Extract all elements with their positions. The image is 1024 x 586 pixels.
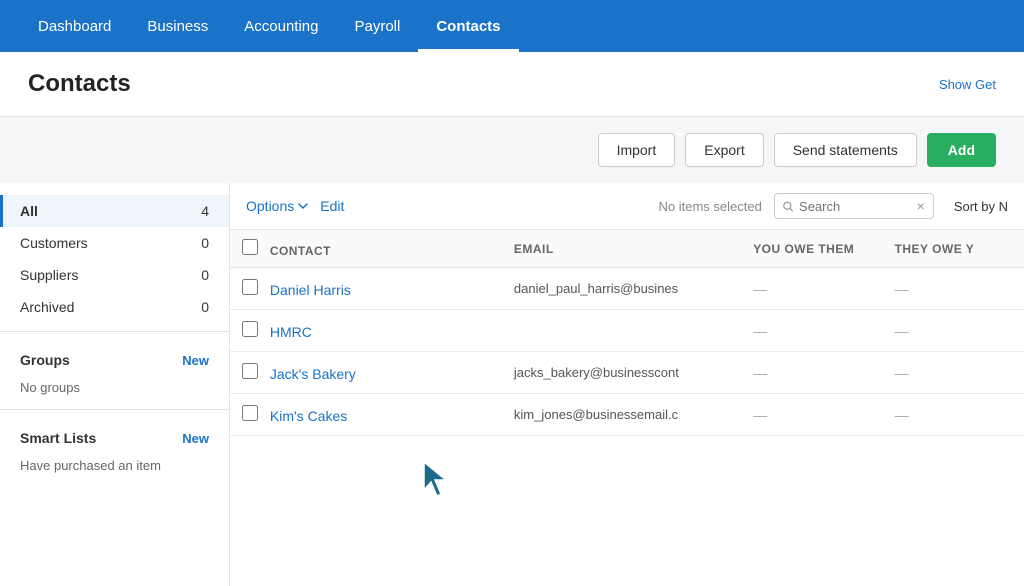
sidebar-suppliers-count: 0: [201, 267, 209, 283]
sidebar-smart-lists-header: Smart Lists New: [0, 418, 229, 452]
nav-payroll[interactable]: Payroll: [336, 0, 418, 52]
add-button[interactable]: Add: [927, 133, 996, 167]
table-row: Daniel Harris daniel_paul_harris@busines…: [230, 268, 1024, 310]
main-layout: All 4 Customers 0 Suppliers 0 Archived 0…: [0, 183, 1024, 586]
sidebar-all-label: All: [20, 203, 38, 219]
td-contact-1: Daniel Harris: [230, 268, 502, 310]
row-checkbox-4[interactable]: [242, 405, 258, 421]
td-youowe-3: —: [741, 352, 882, 394]
options-label: Options: [246, 198, 294, 214]
show-get-link[interactable]: Show Get: [939, 77, 996, 92]
contacts-table: CONTACT EMAIL YOU OWE THEM THEY OWE Y Da…: [230, 230, 1024, 436]
contact-link-4[interactable]: Kim's Cakes: [270, 408, 347, 424]
smart-lists-new-link[interactable]: New: [182, 431, 209, 446]
sidebar-divider-1: [0, 331, 229, 332]
sidebar-groups-header: Groups New: [0, 340, 229, 374]
td-contact-3: Jack's Bakery: [230, 352, 502, 394]
send-statements-button[interactable]: Send statements: [774, 133, 917, 167]
table-row: HMRC — —: [230, 310, 1024, 352]
sidebar-archived-label: Archived: [20, 299, 74, 315]
td-email-4: kim_jones@businessemail.c: [502, 394, 741, 436]
sidebar-item-archived[interactable]: Archived 0: [0, 291, 229, 323]
contact-link-3[interactable]: Jack's Bakery: [270, 366, 356, 382]
sidebar-customers-label: Customers: [20, 235, 88, 251]
page-title: Contacts: [28, 70, 131, 98]
table-row: Kim's Cakes kim_jones@businessemail.c — …: [230, 394, 1024, 436]
sidebar-item-all[interactable]: All 4: [0, 195, 229, 227]
edit-button[interactable]: Edit: [320, 198, 344, 214]
chevron-down-icon: [298, 201, 308, 211]
sidebar-purchased: Have purchased an item: [0, 452, 229, 479]
td-email-3: jacks_bakery@businesscont: [502, 352, 741, 394]
groups-label: Groups: [20, 352, 70, 368]
contact-link-2[interactable]: HMRC: [270, 324, 312, 340]
search-box: ×: [774, 193, 934, 219]
sidebar-item-customers[interactable]: Customers 0: [0, 227, 229, 259]
sidebar-archived-count: 0: [201, 299, 209, 315]
td-youowe-1: —: [741, 268, 882, 310]
td-email-1: daniel_paul_harris@busines: [502, 268, 741, 310]
page-header: Contacts Show Get: [0, 52, 1024, 117]
td-contact-2: HMRC: [230, 310, 502, 352]
row-checkbox-1[interactable]: [242, 279, 258, 295]
th-email: EMAIL: [502, 230, 741, 268]
td-theyowe-3: —: [883, 352, 1024, 394]
td-email-2: [502, 310, 741, 352]
th-checkbox: CONTACT: [230, 230, 502, 268]
select-all-checkbox[interactable]: [242, 239, 258, 255]
td-youowe-2: —: [741, 310, 882, 352]
options-dropdown[interactable]: Options: [246, 198, 308, 214]
search-clear-icon[interactable]: ×: [917, 198, 925, 214]
sidebar-customers-count: 0: [201, 235, 209, 251]
sidebar-item-suppliers[interactable]: Suppliers 0: [0, 259, 229, 291]
nav-business[interactable]: Business: [129, 0, 226, 52]
contacts-table-container: CONTACT EMAIL YOU OWE THEM THEY OWE Y Da…: [230, 230, 1024, 586]
td-youowe-4: —: [741, 394, 882, 436]
td-contact-4: Kim's Cakes: [230, 394, 502, 436]
export-button[interactable]: Export: [685, 133, 763, 167]
groups-new-link[interactable]: New: [182, 353, 209, 368]
sidebar-no-groups: No groups: [0, 374, 229, 401]
sidebar-suppliers-label: Suppliers: [20, 267, 78, 283]
contacts-content: Options Edit No items selected × Sort by…: [230, 183, 1024, 586]
th-they-owe: THEY OWE Y: [883, 230, 1024, 268]
search-icon: [783, 200, 793, 213]
action-toolbar: Import Export Send statements Add: [0, 117, 1024, 183]
search-input[interactable]: [799, 199, 911, 214]
sidebar-all-count: 4: [201, 203, 209, 219]
nav-bar: Dashboard Business Accounting Payroll Co…: [0, 0, 1024, 52]
sidebar: All 4 Customers 0 Suppliers 0 Archived 0…: [0, 183, 230, 586]
main-nav: Dashboard Business Accounting Payroll Co…: [0, 0, 1024, 52]
td-theyowe-2: —: [883, 310, 1024, 352]
row-checkbox-2[interactable]: [242, 321, 258, 337]
contact-link-1[interactable]: Daniel Harris: [270, 282, 351, 298]
th-you-owe: YOU OWE THEM: [741, 230, 882, 268]
import-button[interactable]: Import: [598, 133, 676, 167]
td-theyowe-4: —: [883, 394, 1024, 436]
table-header-row: CONTACT EMAIL YOU OWE THEM THEY OWE Y: [230, 230, 1024, 268]
nav-accounting[interactable]: Accounting: [226, 0, 336, 52]
content-toolbar: Options Edit No items selected × Sort by…: [230, 183, 1024, 230]
td-theyowe-1: —: [883, 268, 1024, 310]
sort-by-label[interactable]: Sort by N: [954, 199, 1008, 214]
sidebar-divider-2: [0, 409, 229, 410]
smart-lists-label: Smart Lists: [20, 430, 96, 446]
th-contact-label: CONTACT: [270, 244, 331, 258]
row-checkbox-3[interactable]: [242, 363, 258, 379]
nav-contacts[interactable]: Contacts: [418, 0, 518, 52]
nav-dashboard[interactable]: Dashboard: [20, 0, 129, 52]
table-row: Jack's Bakery jacks_bakery@businesscont …: [230, 352, 1024, 394]
no-items-label: No items selected: [658, 199, 761, 214]
